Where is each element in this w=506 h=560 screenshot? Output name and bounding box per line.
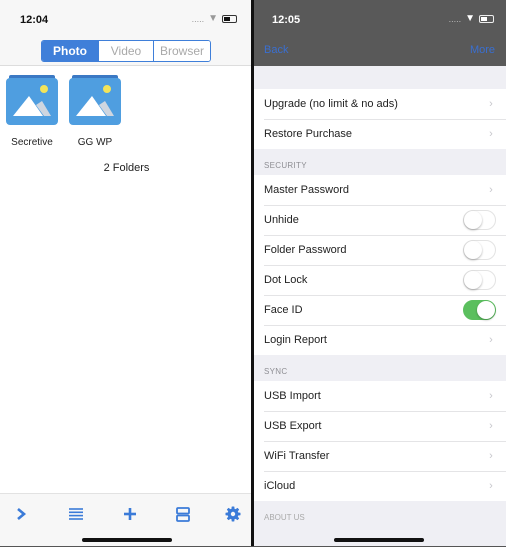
section-header-about: ABOUT US [264,513,305,522]
battery-icon [222,15,237,23]
section-header-sync: SYNC [264,367,288,376]
chevron-right-icon: › [489,184,493,196]
row-label: iCloud [264,480,296,492]
unhide-toggle[interactable] [463,210,496,230]
segment-video[interactable]: Video [98,41,153,61]
wifi-icon: ▼ [208,13,218,24]
folder-name: GG WP [77,137,113,148]
chevron-right-icon: › [489,480,493,492]
row-usb-import[interactable]: USB Import › [254,381,506,411]
row-label: Folder Password [264,244,347,256]
row-label: Unhide [264,214,299,226]
chevron-right-icon: › [489,390,493,402]
row-wifi-transfer[interactable]: WiFi Transfer › [254,441,506,471]
left-header: 12:04 ..... ▼ Photo Video Browser [0,0,251,66]
folder-item[interactable]: Secretive [6,75,58,148]
home-indicator [82,538,172,542]
row-unhide: Unhide [254,205,506,235]
segment-photo[interactable]: Photo [42,41,98,61]
add-icon[interactable] [120,504,140,524]
purchase-group: Upgrade (no limit & no ads) › Restore Pu… [254,89,506,149]
segment-browser[interactable]: Browser [153,41,210,61]
row-face-id: Face ID [254,295,506,325]
wifi-icon: ▼ [465,13,475,24]
chevron-right-icon: › [489,450,493,462]
row-label: Upgrade (no limit & no ads) [264,98,398,110]
row-usb-export[interactable]: USB Export › [254,411,506,441]
signal-icon: ..... [191,14,205,24]
row-label: Restore Purchase [264,128,353,140]
row-label: Dot Lock [264,274,308,286]
row-label: Login Report [264,334,327,346]
chevron-right-icon: › [489,334,493,346]
home-indicator [334,538,424,542]
face-id-toggle[interactable] [463,300,496,320]
row-label: USB Export [264,420,322,432]
row-dot-lock: Dot Lock [254,265,506,295]
section-header-security: SECURITY [264,161,307,170]
more-button[interactable]: More [470,44,495,56]
folder-grid: Secretive GG WP [0,66,251,148]
row-icloud[interactable]: iCloud › [254,471,506,501]
row-label: Master Password [264,184,349,196]
battery-icon [479,15,494,23]
folder-count: 2 Folders [103,162,150,174]
image-folder-icon [6,75,58,125]
image-folder-icon [69,75,121,125]
grid-view-icon[interactable] [173,504,193,524]
signal-icon: ..... [448,14,462,24]
row-restore-purchase[interactable]: Restore Purchase › [254,119,506,149]
chevron-right-icon[interactable] [11,504,31,524]
row-folder-password: Folder Password [254,235,506,265]
chevron-right-icon: › [489,98,493,110]
row-label: Face ID [264,304,303,316]
settings-gear-icon[interactable] [223,504,243,524]
settings-nav-bar: 12:05 ..... ▼ Back More [254,0,506,66]
dot-lock-toggle[interactable] [463,270,496,290]
sync-group: USB Import › USB Export › WiFi Transfer … [254,381,506,501]
chevron-right-icon: › [489,420,493,432]
left-phone-screen: 12:04 ..... ▼ Photo Video Browser Secret… [0,0,251,546]
row-upgrade[interactable]: Upgrade (no limit & no ads) › [254,89,506,119]
row-login-report[interactable]: Login Report › [254,325,506,355]
row-master-password[interactable]: Master Password › [254,175,506,205]
folder-item[interactable]: GG WP [69,75,121,148]
bottom-toolbar [0,493,251,546]
list-icon[interactable] [66,504,86,524]
bottom-edge [0,546,506,560]
security-group: Master Password › Unhide Folder Password… [254,175,506,355]
status-icons: ..... ▼ [449,14,494,24]
folder-name: Secretive [11,137,53,148]
status-time: 12:04 [20,14,49,26]
row-label: USB Import [264,390,321,402]
back-button[interactable]: Back [264,44,288,56]
folder-password-toggle[interactable] [463,240,496,260]
status-time: 12:05 [272,14,301,26]
status-icons: ..... ▼ [192,14,237,24]
media-type-segmented-control: Photo Video Browser [41,40,211,62]
chevron-right-icon: › [489,128,493,140]
right-phone-screen: 12:05 ..... ▼ Back More Upgrade (no limi… [254,0,506,546]
row-label: WiFi Transfer [264,450,330,462]
